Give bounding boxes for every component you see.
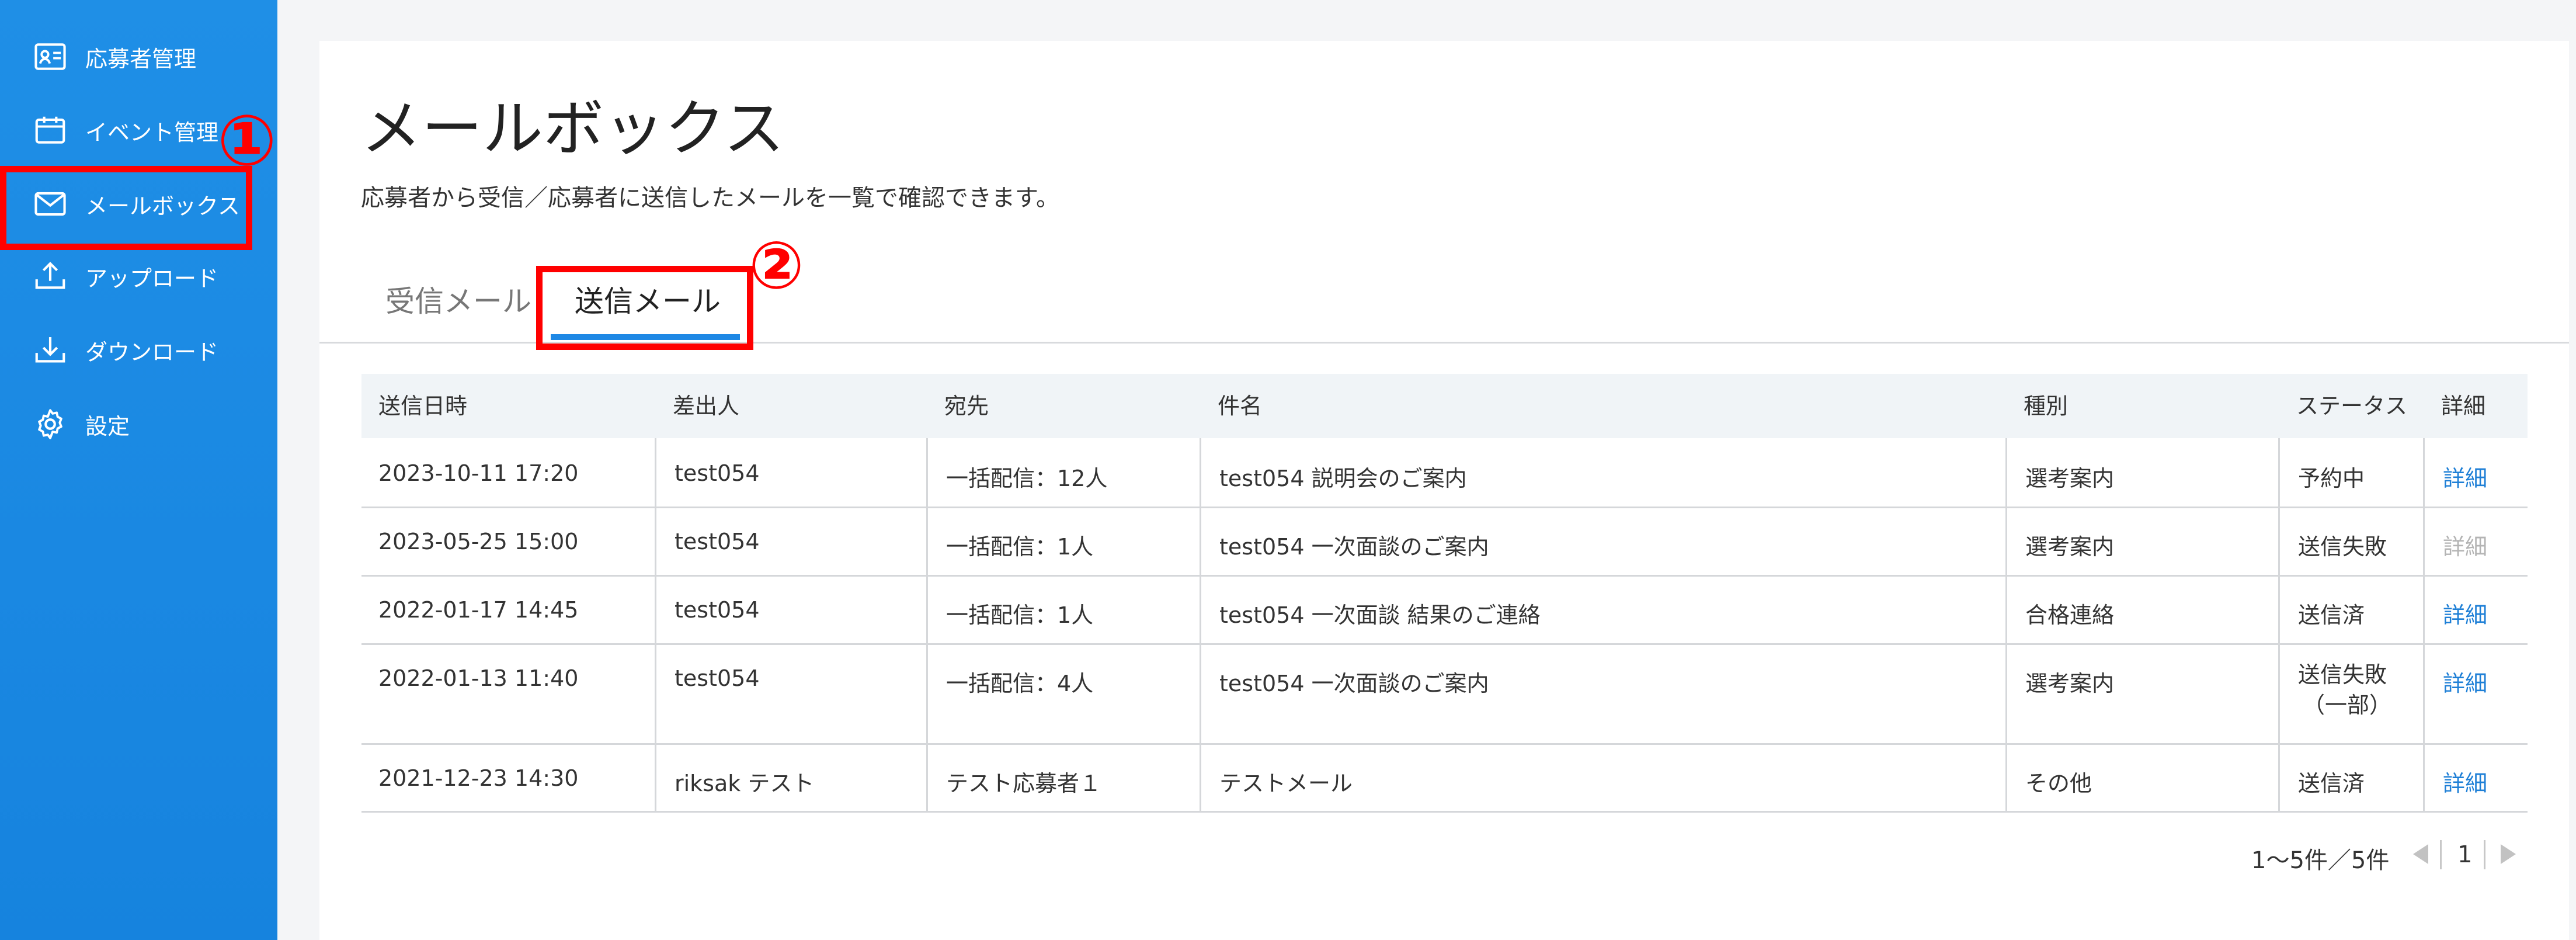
table-row: 2022-01-13 11:40 test054 一括配信：4人 test054… [361, 643, 2528, 745]
detail-link-disabled: 詳細 [2443, 534, 2488, 560]
cell-sender: riksak テスト [655, 743, 814, 811]
cell-status: 予約中 [2278, 438, 2365, 507]
cell-type: 選考案内 [2005, 643, 2114, 743]
pager-divider [2440, 840, 2442, 869]
page-number-current[interactable]: 1 [2457, 841, 2472, 868]
table-header: 送信日時 差出人 宛先 件名 種別 ステータス 詳細 [361, 374, 2528, 438]
column-header-recipient: 宛先 [944, 393, 989, 419]
page-title: メールボックス [361, 93, 784, 164]
cell-subject: test054 一次面談のご案内 [1200, 643, 1489, 743]
cell-datetime: 2023-05-25 15:00 [378, 529, 579, 554]
cell-detail: 詳細 [2423, 507, 2487, 575]
sidebar-item-download[interactable]: ダウンロード [0, 313, 277, 387]
cell-subject: test054 一次面談のご案内 [1200, 507, 1489, 575]
cell-recipient: 一括配信：1人 [926, 575, 1093, 643]
cell-subject: テストメール [1200, 743, 1353, 811]
sidebar-item-label: 設定 [85, 413, 130, 439]
cell-type: 選考案内 [2005, 438, 2114, 507]
table-row: 2022-01-17 14:45 test054 一括配信：1人 test054… [361, 575, 2528, 645]
page-description: 応募者から受信／応募者に送信したメールを一覧で確認できます。 [361, 185, 1059, 211]
column-header-sender: 差出人 [673, 393, 740, 419]
cell-recipient: 一括配信：1人 [926, 507, 1093, 575]
detail-link[interactable]: 詳細 [2443, 602, 2487, 628]
table-row: 2023-10-11 17:20 test054 一括配信：12人 test05… [361, 438, 2528, 508]
cell-recipient: 一括配信：4人 [926, 643, 1093, 743]
cell-status: 送信失敗 [2278, 507, 2387, 575]
cell-datetime: 2021-12-23 14:30 [378, 765, 579, 791]
cell-status: 送信済 [2278, 575, 2365, 643]
cell-subject: test054 説明会のご案内 [1200, 438, 1467, 507]
cell-recipient: テスト応募者１ [926, 743, 1101, 811]
sidebar-item-applicants[interactable]: 応募者管理 [0, 20, 277, 93]
detail-link[interactable]: 詳細 [2443, 671, 2487, 696]
cell-datetime: 2022-01-13 11:40 [378, 665, 579, 691]
highlight-box-sent-tab [536, 266, 753, 350]
sidebar-item-label: アップロード [85, 265, 219, 292]
pager-divider [2484, 840, 2485, 869]
upload-icon [35, 262, 65, 289]
prev-page-icon[interactable] [2413, 844, 2428, 864]
detail-link[interactable]: 詳細 [2443, 771, 2487, 796]
column-header-detail: 詳細 [2441, 393, 2486, 419]
cell-datetime: 2022-01-17 14:45 [378, 597, 579, 623]
calendar-icon [35, 116, 65, 144]
cell-type: その他 [2005, 743, 2092, 811]
column-header-status: ステータス [2296, 393, 2408, 419]
sidebar-item-label: ダウンロード [85, 339, 219, 365]
cell-datetime: 2023-10-11 17:20 [378, 460, 579, 486]
pagination-summary: 1～5件／5件 [2251, 847, 2390, 874]
annotation-marker-1: ① [217, 100, 277, 182]
cell-sender: test054 [655, 643, 760, 743]
cell-recipient: 一括配信：12人 [926, 438, 1107, 507]
tab-inbox[interactable]: 受信メール [385, 278, 531, 320]
column-header-datetime: 送信日時 [378, 393, 468, 419]
status-subtext: （一部） [2303, 692, 2392, 718]
cell-sender: test054 [655, 575, 760, 643]
sidebar-item-settings[interactable]: 設定 [0, 387, 277, 461]
cell-sender: test054 [655, 438, 760, 507]
contact-card-icon [34, 43, 66, 70]
cell-detail: 詳細 [2423, 575, 2487, 643]
column-header-subject: 件名 [1218, 393, 1263, 419]
download-icon [35, 337, 65, 363]
next-page-icon[interactable] [2501, 844, 2516, 864]
table-row: 2021-12-23 14:30 riksak テスト テスト応募者１ テストメ… [361, 743, 2528, 813]
table-row: 2023-05-25 15:00 test054 一括配信：1人 test054… [361, 507, 2528, 577]
cell-status: 送信失敗 （一部） [2278, 643, 2423, 743]
cell-detail: 詳細 [2423, 438, 2487, 507]
cell-sender: test054 [655, 507, 760, 575]
cell-type: 合格連絡 [2005, 575, 2114, 643]
column-header-type: 種別 [2024, 393, 2069, 419]
gear-icon [38, 409, 62, 439]
cell-detail: 詳細 [2423, 743, 2487, 811]
annotation-marker-2: ② [749, 228, 804, 304]
cell-subject: test054 一次面談 結果のご連絡 [1200, 575, 1541, 643]
sidebar-item-label: イベント管理 [85, 119, 219, 145]
detail-link[interactable]: 詳細 [2443, 466, 2487, 491]
cell-type: 選考案内 [2005, 507, 2114, 575]
cell-status: 送信済 [2278, 743, 2365, 811]
status-text: 送信失敗 [2298, 662, 2387, 688]
sidebar-item-upload[interactable]: アップロード [0, 240, 277, 313]
sidebar-item-label: 応募者管理 [85, 46, 197, 72]
cell-detail: 詳細 [2423, 643, 2487, 743]
highlight-box-mailbox [0, 166, 252, 250]
